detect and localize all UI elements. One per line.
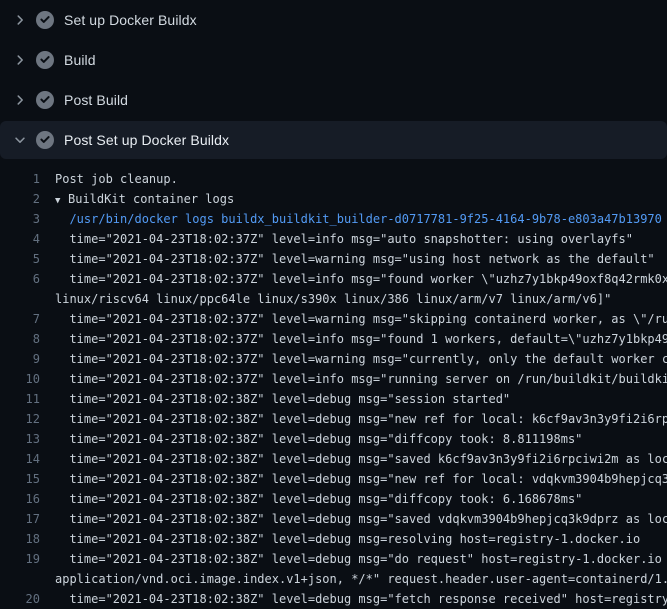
log-line-text: time="2021-04-23T18:02:38Z" level=debug … bbox=[40, 469, 667, 489]
log-line-text: time="2021-04-23T18:02:37Z" level=warnin… bbox=[40, 349, 667, 369]
chevron-right-icon[interactable] bbox=[13, 13, 27, 27]
log-line-number[interactable]: 15 bbox=[0, 469, 40, 489]
log-row: 1Post job cleanup. bbox=[0, 169, 667, 189]
log-row: 12 time="2021-04-23T18:02:38Z" level=deb… bbox=[0, 409, 667, 429]
log-row: 6 time="2021-04-23T18:02:37Z" level=info… bbox=[0, 269, 667, 289]
log-line-number[interactable]: 3 bbox=[0, 209, 40, 229]
log-line-number bbox=[0, 569, 40, 589]
log-line-text: time="2021-04-23T18:02:38Z" level=debug … bbox=[40, 589, 667, 609]
log-line-number[interactable]: 19 bbox=[0, 549, 40, 569]
log-line-number[interactable]: 18 bbox=[0, 529, 40, 549]
log-line-number[interactable]: 9 bbox=[0, 349, 40, 369]
log-row: 20 time="2021-04-23T18:02:38Z" level=deb… bbox=[0, 589, 667, 609]
log-line-number[interactable]: 14 bbox=[0, 449, 40, 469]
log-row: 2▼BuildKit container logs bbox=[0, 189, 667, 209]
chevron-down-icon[interactable] bbox=[13, 133, 27, 147]
log-row: 4 time="2021-04-23T18:02:37Z" level=info… bbox=[0, 229, 667, 249]
step-label: Build bbox=[64, 52, 96, 68]
log-row: application/vnd.oci.image.index.v1+json,… bbox=[0, 569, 667, 589]
log-line-text: time="2021-04-23T18:02:38Z" level=debug … bbox=[40, 489, 582, 509]
log-row: 13 time="2021-04-23T18:02:38Z" level=deb… bbox=[0, 429, 667, 449]
log-line-number[interactable]: 6 bbox=[0, 269, 40, 289]
log-row: 11 time="2021-04-23T18:02:38Z" level=deb… bbox=[0, 389, 667, 409]
step-label: Set up Docker Buildx bbox=[64, 12, 197, 28]
log-row: linux/riscv64 linux/ppc64le linux/s390x … bbox=[0, 289, 667, 309]
log-row: 15 time="2021-04-23T18:02:38Z" level=deb… bbox=[0, 469, 667, 489]
step-header-build[interactable]: Build bbox=[0, 40, 667, 80]
chevron-right-icon[interactable] bbox=[13, 93, 27, 107]
log-line-text: application/vnd.oci.image.index.v1+json,… bbox=[40, 569, 667, 589]
log-line-text: time="2021-04-23T18:02:38Z" level=debug … bbox=[40, 509, 667, 529]
log-row: 17 time="2021-04-23T18:02:38Z" level=deb… bbox=[0, 509, 667, 529]
log-line-text: time="2021-04-23T18:02:38Z" level=debug … bbox=[40, 409, 667, 429]
log-line-number[interactable]: 8 bbox=[0, 329, 40, 349]
log-row: 14 time="2021-04-23T18:02:38Z" level=deb… bbox=[0, 449, 667, 469]
log-lines: 1Post job cleanup.2▼BuildKit container l… bbox=[0, 160, 667, 609]
log-row: 18 time="2021-04-23T18:02:38Z" level=deb… bbox=[0, 529, 667, 549]
log-line-text: time="2021-04-23T18:02:37Z" level=warnin… bbox=[40, 249, 655, 269]
log-line-text: linux/riscv64 linux/ppc64le linux/s390x … bbox=[40, 289, 611, 309]
log-line-number[interactable]: 10 bbox=[0, 369, 40, 389]
log-row-command: 3 /usr/bin/docker logs buildx_buildkit_b… bbox=[0, 209, 667, 229]
log-line-number[interactable]: 4 bbox=[0, 229, 40, 249]
log-line-text: time="2021-04-23T18:02:38Z" level=debug … bbox=[40, 389, 510, 409]
log-line-number[interactable]: 2 bbox=[0, 189, 40, 209]
log-line-text: time="2021-04-23T18:02:38Z" level=debug … bbox=[40, 529, 640, 549]
log-line-number[interactable]: 12 bbox=[0, 409, 40, 429]
job-steps-list: Set up Docker Buildx Build Post Build Post … bbox=[0, 0, 667, 159]
log-line-text: time="2021-04-23T18:02:38Z" level=debug … bbox=[40, 449, 667, 469]
log-line-number[interactable]: 1 bbox=[0, 169, 40, 189]
log-line-number[interactable]: 17 bbox=[0, 509, 40, 529]
check-circle-icon bbox=[36, 11, 54, 29]
log-group-toggle[interactable]: ▼BuildKit container logs bbox=[40, 189, 234, 209]
step-header-post-build[interactable]: Post Build bbox=[0, 80, 667, 120]
log-row: 9 time="2021-04-23T18:02:37Z" level=warn… bbox=[0, 349, 667, 369]
log-line-number[interactable]: 11 bbox=[0, 389, 40, 409]
log-line-text: time="2021-04-23T18:02:37Z" level=warnin… bbox=[40, 309, 667, 329]
group-expanded-caret-icon[interactable]: ▼ bbox=[55, 191, 68, 209]
log-line-text: time="2021-04-23T18:02:38Z" level=debug … bbox=[40, 549, 667, 569]
step-label: Post Build bbox=[64, 92, 128, 108]
check-circle-icon bbox=[36, 91, 54, 109]
log-row: 7 time="2021-04-23T18:02:37Z" level=warn… bbox=[0, 309, 667, 329]
log-line-text: time="2021-04-23T18:02:37Z" level=info m… bbox=[40, 269, 667, 289]
log-line-number[interactable]: 7 bbox=[0, 309, 40, 329]
log-line-text: time="2021-04-23T18:02:37Z" level=info m… bbox=[40, 329, 667, 349]
log-line-number[interactable]: 20 bbox=[0, 589, 40, 609]
step-header-post-set-up-docker-buildx[interactable]: Post Set up Docker Buildx bbox=[0, 121, 667, 159]
log-line-text: time="2021-04-23T18:02:38Z" level=debug … bbox=[40, 429, 582, 449]
log-row: 19 time="2021-04-23T18:02:38Z" level=deb… bbox=[0, 549, 667, 569]
log-line-text: Post job cleanup. bbox=[40, 169, 178, 189]
log-line-number[interactable]: 5 bbox=[0, 249, 40, 269]
log-line-text: time="2021-04-23T18:02:37Z" level=info m… bbox=[40, 229, 633, 249]
check-circle-icon bbox=[36, 51, 54, 69]
log-row: 8 time="2021-04-23T18:02:37Z" level=info… bbox=[0, 329, 667, 349]
chevron-right-icon[interactable] bbox=[13, 53, 27, 67]
log-line-text: time="2021-04-23T18:02:37Z" level=info m… bbox=[40, 369, 667, 389]
log-line-number[interactable]: 16 bbox=[0, 489, 40, 509]
log-row: 10 time="2021-04-23T18:02:37Z" level=inf… bbox=[0, 369, 667, 389]
check-circle-icon bbox=[36, 131, 54, 149]
step-label: Post Set up Docker Buildx bbox=[64, 132, 229, 148]
log-row: 16 time="2021-04-23T18:02:38Z" level=deb… bbox=[0, 489, 667, 509]
log-line-number bbox=[0, 289, 40, 309]
log-line-number[interactable]: 13 bbox=[0, 429, 40, 449]
log-line-text: /usr/bin/docker logs buildx_buildkit_bui… bbox=[40, 209, 662, 229]
step-header-set-up-docker-buildx[interactable]: Set up Docker Buildx bbox=[0, 0, 667, 40]
log-row: 5 time="2021-04-23T18:02:37Z" level=warn… bbox=[0, 249, 667, 269]
